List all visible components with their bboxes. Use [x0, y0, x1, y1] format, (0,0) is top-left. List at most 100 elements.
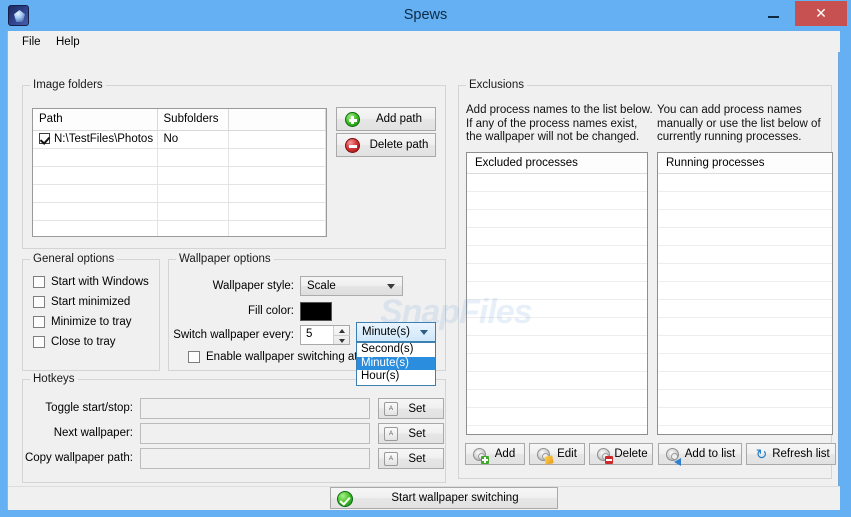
- hotkey-input-copy-path[interactable]: [140, 448, 370, 469]
- list-item[interactable]: [467, 282, 647, 300]
- cell-empty[interactable]: [157, 184, 229, 203]
- list-item[interactable]: [658, 408, 832, 426]
- list-item[interactable]: [658, 354, 832, 372]
- cell-blank[interactable]: [228, 130, 326, 149]
- hotkey-set-label: Set: [408, 427, 426, 440]
- list-item[interactable]: [658, 336, 832, 354]
- switch-interval-value: 5: [306, 328, 313, 340]
- interval-units-dropdown[interactable]: Second(s) Minute(s) Hour(s): [356, 342, 436, 386]
- column-header-blank[interactable]: [228, 109, 326, 131]
- refresh-list-button[interactable]: ↻ Refresh list: [746, 443, 836, 465]
- cell-empty[interactable]: [157, 202, 229, 221]
- list-item[interactable]: [467, 174, 647, 192]
- hotkey-input-next[interactable]: [140, 423, 370, 444]
- cell-empty[interactable]: [33, 166, 158, 185]
- row-checkbox[interactable]: [39, 133, 50, 144]
- cell-empty[interactable]: [157, 148, 229, 167]
- refresh-list-label: Refresh list: [772, 448, 830, 460]
- list-item[interactable]: [467, 192, 647, 210]
- checkbox-box: [33, 336, 45, 348]
- list-item[interactable]: [658, 192, 832, 210]
- stepper-buttons[interactable]: [333, 326, 350, 344]
- stepper-up-icon[interactable]: [334, 326, 350, 335]
- menu-item-help[interactable]: Help: [50, 34, 86, 50]
- table-row-empty[interactable]: [33, 220, 326, 236]
- add-path-button[interactable]: Add path: [336, 107, 436, 131]
- cell-path[interactable]: N:\TestFiles\Photos: [33, 130, 158, 149]
- hotkey-input-toggle[interactable]: [140, 398, 370, 419]
- list-item[interactable]: [658, 300, 832, 318]
- list-item[interactable]: [467, 264, 647, 282]
- list-item[interactable]: [658, 390, 832, 408]
- hotkey-set-next-button[interactable]: A Set: [378, 423, 444, 444]
- list-item[interactable]: [467, 318, 647, 336]
- list-item[interactable]: [467, 354, 647, 372]
- running-processes-listbox[interactable]: Running processes: [657, 152, 833, 435]
- list-item[interactable]: [467, 300, 647, 318]
- list-item[interactable]: [467, 408, 647, 426]
- cell-empty[interactable]: [157, 166, 229, 185]
- cell-empty[interactable]: [33, 220, 158, 236]
- cell-empty[interactable]: [228, 148, 326, 167]
- list-item[interactable]: [467, 336, 647, 354]
- list-item[interactable]: [658, 282, 832, 300]
- minimize-button[interactable]: [756, 1, 791, 26]
- list-item[interactable]: [467, 210, 647, 228]
- column-header-subfolders[interactable]: Subfolders: [157, 109, 229, 131]
- hotkey-set-copy-path-button[interactable]: A Set: [378, 448, 444, 469]
- cell-empty[interactable]: [157, 220, 229, 236]
- cell-empty[interactable]: [228, 166, 326, 185]
- switch-interval-stepper[interactable]: 5: [300, 325, 350, 345]
- table-row-empty[interactable]: [33, 184, 326, 203]
- cell-subfolders[interactable]: No: [157, 130, 229, 149]
- list-item[interactable]: [467, 228, 647, 246]
- list-item[interactable]: [467, 426, 647, 434]
- cell-empty[interactable]: [33, 184, 158, 203]
- hotkey-label-next: Next wallpaper:: [53, 427, 133, 439]
- add-process-button[interactable]: Add: [465, 443, 525, 465]
- fill-color-swatch[interactable]: [300, 302, 332, 321]
- list-item[interactable]: [658, 318, 832, 336]
- list-item[interactable]: [658, 246, 832, 264]
- list-item[interactable]: [467, 246, 647, 264]
- cell-empty[interactable]: [228, 220, 326, 236]
- list-item[interactable]: [658, 174, 832, 192]
- cell-empty[interactable]: [33, 202, 158, 221]
- table-row-empty[interactable]: [33, 166, 326, 185]
- image-folders-table[interactable]: Path Subfolders N:\TestFiles\Photos No: [32, 108, 327, 237]
- table-row[interactable]: N:\TestFiles\Photos No: [33, 130, 326, 149]
- cell-empty[interactable]: [228, 202, 326, 221]
- list-item[interactable]: [658, 426, 832, 434]
- path-value: N:\TestFiles\Photos: [54, 133, 154, 145]
- hotkey-set-toggle-button[interactable]: A Set: [378, 398, 444, 419]
- list-item[interactable]: [658, 372, 832, 390]
- table-row-empty[interactable]: [33, 148, 326, 167]
- excluded-processes-listbox[interactable]: Excluded processes: [466, 152, 648, 435]
- delete-path-button[interactable]: Delete path: [336, 133, 436, 157]
- list-item[interactable]: [467, 372, 647, 390]
- column-header-path[interactable]: Path: [33, 109, 158, 131]
- excluded-processes-rows[interactable]: [467, 174, 647, 434]
- menu-item-file[interactable]: File: [16, 34, 47, 50]
- add-path-label: Add path: [375, 113, 423, 125]
- edit-process-button[interactable]: Edit: [529, 443, 585, 465]
- add-to-list-button[interactable]: Add to list: [658, 443, 742, 466]
- delete-process-button[interactable]: Delete: [589, 443, 653, 465]
- dropdown-option-seconds[interactable]: Second(s): [357, 343, 435, 357]
- list-item[interactable]: [467, 390, 647, 408]
- dropdown-option-hours[interactable]: Hour(s): [357, 370, 435, 384]
- dropdown-option-minutes[interactable]: Minute(s): [357, 356, 435, 370]
- gear-add-icon: [473, 448, 489, 464]
- start-wallpaper-switching-button[interactable]: Start wallpaper switching: [330, 487, 558, 509]
- wallpaper-style-select[interactable]: Scale: [300, 276, 403, 296]
- close-button[interactable]: ✕: [795, 1, 847, 26]
- list-item[interactable]: [658, 264, 832, 282]
- list-item[interactable]: [658, 210, 832, 228]
- running-processes-rows[interactable]: [658, 174, 832, 434]
- cell-empty[interactable]: [228, 184, 326, 203]
- interval-units-select[interactable]: Minute(s): [356, 322, 436, 342]
- table-row-empty[interactable]: [33, 202, 326, 221]
- stepper-down-icon[interactable]: [334, 335, 350, 344]
- list-item[interactable]: [658, 228, 832, 246]
- cell-empty[interactable]: [33, 148, 158, 167]
